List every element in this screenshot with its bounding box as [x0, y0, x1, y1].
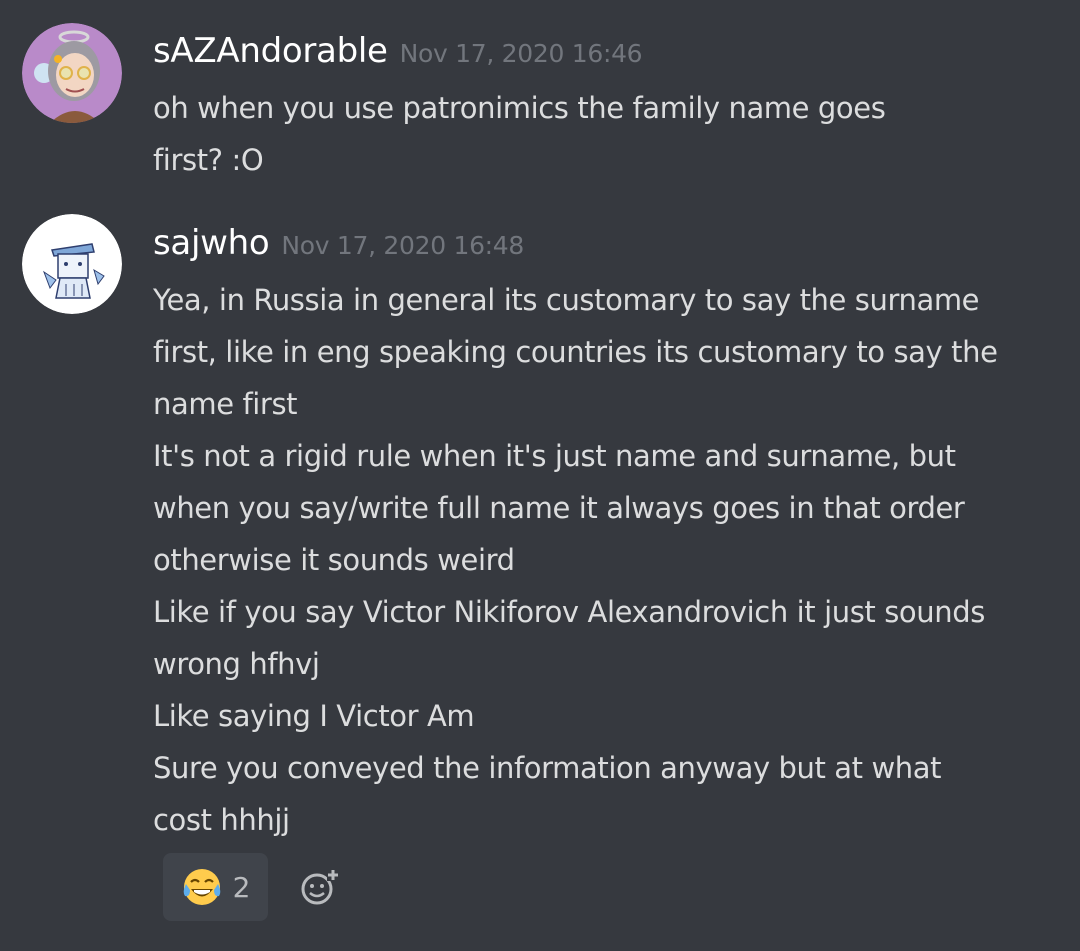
- tears-of-joy-emoji-icon: [183, 869, 220, 905]
- avatar-sketch-character-icon: [22, 214, 122, 314]
- message-header: sAZAndorable Nov 17, 2020 16:46: [153, 31, 643, 71]
- message-line: name first: [153, 387, 298, 421]
- reactions-bar: 2: [163, 853, 342, 921]
- message-header: sajwho Nov 17, 2020 16:48: [153, 223, 524, 263]
- user-avatar[interactable]: [22, 214, 122, 314]
- message-line: wrong hfhvj: [153, 647, 320, 681]
- message-line: when you say/write full name it always g…: [153, 491, 965, 525]
- avatar-anime-girl-icon: [22, 23, 122, 123]
- user-avatar[interactable]: [22, 23, 122, 123]
- message-line: oh when you use patronimics the family n…: [153, 91, 886, 125]
- add-reaction-icon: [301, 869, 339, 905]
- message-line: Sure you conveyed the information anyway…: [153, 751, 942, 785]
- reaction-count: 2: [232, 870, 251, 904]
- message-content: Yea, in Russia in general its customary …: [153, 274, 1058, 846]
- message-line: Yea, in Russia in general its customary …: [153, 283, 980, 317]
- message-line: It's not a rigid rule when it's just nam…: [153, 439, 956, 473]
- message-line: Like if you say Victor Nikiforov Alexand…: [153, 595, 985, 629]
- message-line: Like saying I Victor Am: [153, 699, 475, 733]
- message-line: otherwise it sounds weird: [153, 543, 515, 577]
- username[interactable]: sajwho: [153, 223, 270, 263]
- timestamp[interactable]: Nov 17, 2020 16:48: [281, 231, 524, 260]
- message-content: oh when you use patronimics the family n…: [153, 82, 1058, 186]
- timestamp[interactable]: Nov 17, 2020 16:46: [400, 39, 643, 68]
- reaction-tears-of-joy[interactable]: 2: [163, 853, 268, 921]
- message-line: cost hhhjj: [153, 803, 290, 837]
- message-line: first, like in eng speaking countries it…: [153, 335, 998, 369]
- add-reaction-button[interactable]: [298, 865, 342, 909]
- username[interactable]: sAZAndorable: [153, 31, 388, 71]
- message-line: first? :O: [153, 143, 264, 177]
